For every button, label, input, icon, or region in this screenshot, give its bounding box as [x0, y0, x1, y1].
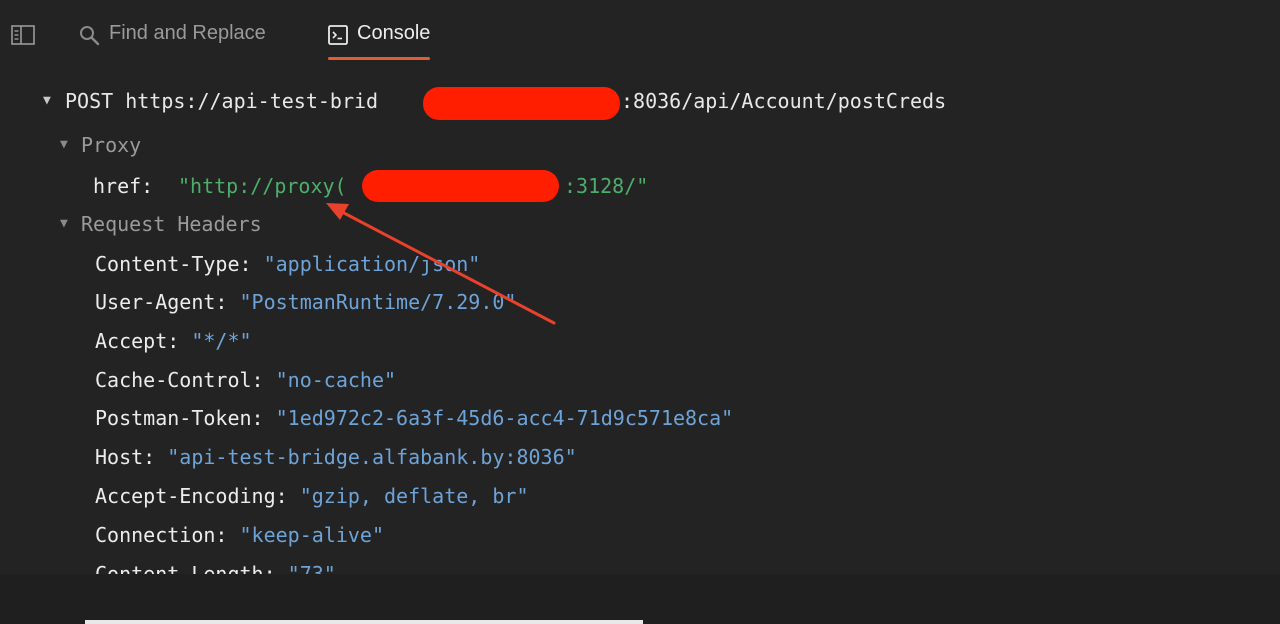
header-value: "application/json": [263, 252, 481, 276]
request-url-end: :8036/api/Account/postCreds: [621, 89, 947, 113]
sidebar-toggle-icon[interactable]: [11, 25, 35, 45]
header-key: Connection:: [95, 523, 228, 547]
header-row: Host: "api-test-bridge.alfabank.by:8036": [95, 443, 577, 471]
header-value: "1ed972c2-6a3f-45d6-acc4-71d9c571e8ca": [275, 406, 734, 430]
header-value: "*/*": [191, 329, 252, 353]
header-key: Accept:: [95, 329, 180, 353]
header-value: "api-test-bridge.alfabank.by:8036": [167, 445, 577, 469]
request-url-start: https://api-test-brid: [125, 89, 379, 113]
header-value: "73": [287, 562, 336, 574]
header-row: Accept-Encoding: "gzip, deflate, br": [95, 482, 528, 510]
href-value-end: :3128/": [564, 174, 649, 198]
href-key: href:: [93, 174, 154, 198]
header-row: Content-Length: "73": [95, 560, 336, 574]
header-key: Postman-Token:: [95, 406, 264, 430]
console-output[interactable]: ▼ POST https://api-test-brid :8036/api/A…: [0, 70, 1280, 574]
proxy-label: Proxy: [81, 133, 142, 157]
request-headers-label: Request Headers: [81, 212, 262, 236]
header-key: Host:: [95, 445, 156, 469]
header-row: Cache-Control: "no-cache": [95, 366, 396, 394]
header-row: Content-Type: "application/json": [95, 250, 480, 278]
header-row: Accept: "*/*": [95, 327, 252, 355]
header-row: Postman-Token: "1ed972c2-6a3f-45d6-acc4-…: [95, 404, 733, 432]
header-value: "PostmanRuntime/7.29.0": [239, 290, 517, 314]
tab-find-and-replace[interactable]: Find and Replace: [78, 22, 266, 60]
redaction-mark: [362, 170, 559, 202]
header-key: Content-Length:: [95, 562, 276, 574]
header-key: User-Agent:: [95, 290, 228, 314]
header-key: Cache-Control:: [95, 368, 264, 392]
href-value-start: "http://proxy(: [178, 174, 347, 198]
terminal-icon: [328, 25, 348, 45]
header-value: "gzip, deflate, br": [299, 484, 529, 508]
header-value: "keep-alive": [239, 523, 385, 547]
tab-console[interactable]: Console: [328, 22, 431, 60]
tab-label: Console: [357, 22, 431, 44]
console-toolbar: Find and Replace Console: [0, 0, 1280, 70]
expand-triangle-icon[interactable]: ▼: [60, 210, 68, 238]
header-key: Content-Type:: [95, 252, 252, 276]
expand-triangle-icon[interactable]: ▼: [43, 87, 51, 115]
request-method: POST: [65, 89, 114, 113]
horizontal-scrollbar[interactable]: [85, 620, 643, 624]
header-row: Connection: "keep-alive": [95, 521, 384, 549]
header-row: User-Agent: "PostmanRuntime/7.29.0": [95, 288, 516, 316]
header-value: "no-cache": [275, 368, 397, 392]
tab-label: Find and Replace: [109, 22, 266, 44]
header-key: Accept-Encoding:: [95, 484, 288, 508]
active-tab-indicator: [328, 57, 431, 60]
expand-triangle-icon[interactable]: ▼: [60, 131, 68, 159]
redaction-mark: [423, 87, 620, 120]
console-footer: [0, 574, 1280, 624]
search-icon: [80, 26, 100, 46]
